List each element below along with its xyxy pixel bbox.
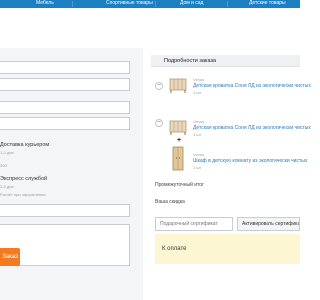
product-link[interactable]: Детская кроватка Соня ЛД из экологически… — [193, 125, 311, 131]
address-field[interactable] — [0, 117, 130, 130]
product-brand: Venus — [193, 119, 205, 124]
email-field[interactable] — [0, 101, 130, 114]
crib-thumbnail — [169, 120, 187, 135]
remove-icon[interactable]: − — [155, 82, 163, 90]
remove-icon[interactable]: − — [155, 119, 163, 127]
nav-item-sport[interactable]: Спортивные товары — [106, 0, 153, 8]
nav-divider — [72, 1, 73, 7]
product-qty: 1 шт — [193, 90, 202, 95]
nav-item-home-garden[interactable]: Дом и сад — [180, 0, 203, 8]
total-box: К оплате — [155, 234, 300, 264]
delivery-service-time: 2-3 дня — [0, 184, 14, 189]
order-details: Подробности заказа − Venus Детская крова… — [151, 48, 311, 300]
product-brand: Venus — [193, 152, 205, 157]
total-label: К оплате — [162, 246, 187, 252]
crib-thumbnail — [169, 78, 187, 93]
delivery-courier-price: 300 — [0, 163, 7, 168]
nav-item-kids[interactable]: Детские товары — [249, 0, 286, 8]
delivery-service-option[interactable]: Экспресс службой — [0, 176, 47, 182]
order-details-title: Подробности заказа — [164, 58, 217, 64]
certificate-row: Подарочный сертификат Активировать серти… — [155, 217, 300, 231]
nav-divider — [227, 1, 228, 7]
activate-certificate-button[interactable]: Активировать сертификат — [237, 217, 300, 231]
plus-icon: + — [177, 137, 182, 144]
delivery-service-note: Расчёт при оформлении — [0, 192, 46, 197]
top-nav: Мебель Спортивные товары Дом и сад Детск… — [0, 0, 300, 8]
certificate-input[interactable]: Подарочный сертификат — [155, 217, 233, 231]
name-field[interactable] — [0, 61, 130, 74]
phone-field[interactable] — [0, 78, 130, 91]
product-qty: 1 шт — [193, 132, 202, 137]
discount-label: Ваша скидка — [155, 199, 185, 205]
wardrobe-thumbnail — [172, 146, 184, 171]
nav-divider — [155, 1, 156, 7]
nav-item-furniture[interactable]: Мебель — [36, 0, 54, 8]
product-brand: Venus — [193, 77, 205, 82]
product-link[interactable]: Шкаф в детскую комнату из экологически ч… — [193, 158, 307, 164]
checkout-form: Доставка курьером 1-2 дня 300 Экспресс с… — [0, 48, 143, 300]
subtotal-label: Промежуточный итог — [155, 182, 204, 188]
comment-field[interactable] — [0, 204, 130, 217]
delivery-courier-option[interactable]: Доставка курьером — [0, 142, 49, 148]
place-order-button[interactable]: Заказ — [0, 248, 20, 266]
delivery-courier-time: 1-2 дня — [0, 150, 14, 155]
product-link[interactable]: Детская кроватка Соня ЛД из экологически… — [193, 83, 311, 89]
product-qty: 1 шт — [193, 165, 202, 170]
